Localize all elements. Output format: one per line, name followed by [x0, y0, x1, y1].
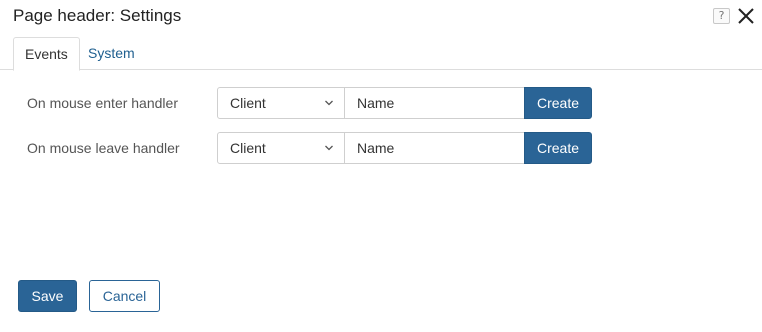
- settings-dialog: Page header: Settings ? Events System On…: [0, 0, 762, 332]
- handler-type-select[interactable]: Client: [217, 132, 345, 164]
- handler-label: On mouse enter handler: [27, 95, 178, 111]
- question-icon: ?: [718, 9, 725, 22]
- handler-row-mouse-enter: On mouse enter handler Client Name Creat…: [0, 87, 762, 119]
- close-button[interactable]: [737, 7, 755, 25]
- handler-name-input[interactable]: Name: [344, 132, 525, 164]
- save-button[interactable]: Save: [18, 280, 77, 312]
- tab-bar: Events System: [0, 37, 762, 71]
- select-value: Client: [230, 140, 266, 156]
- chevron-down-icon: [325, 100, 333, 106]
- create-button[interactable]: Create: [524, 132, 592, 164]
- handler-name-input[interactable]: Name: [344, 87, 525, 119]
- select-value: Client: [230, 95, 266, 111]
- dialog-title: Page header: Settings: [13, 6, 182, 25]
- tab-events[interactable]: Events: [13, 37, 80, 71]
- handler-row-mouse-leave: On mouse leave handler Client Name Creat…: [0, 132, 762, 164]
- handler-type-select[interactable]: Client: [217, 87, 345, 119]
- handler-label: On mouse leave handler: [27, 140, 180, 156]
- tab-system[interactable]: System: [77, 37, 146, 70]
- close-icon: [738, 8, 754, 24]
- help-button[interactable]: ?: [713, 8, 730, 24]
- create-button[interactable]: Create: [524, 87, 592, 119]
- chevron-down-icon: [325, 145, 333, 151]
- cancel-button[interactable]: Cancel: [89, 280, 160, 312]
